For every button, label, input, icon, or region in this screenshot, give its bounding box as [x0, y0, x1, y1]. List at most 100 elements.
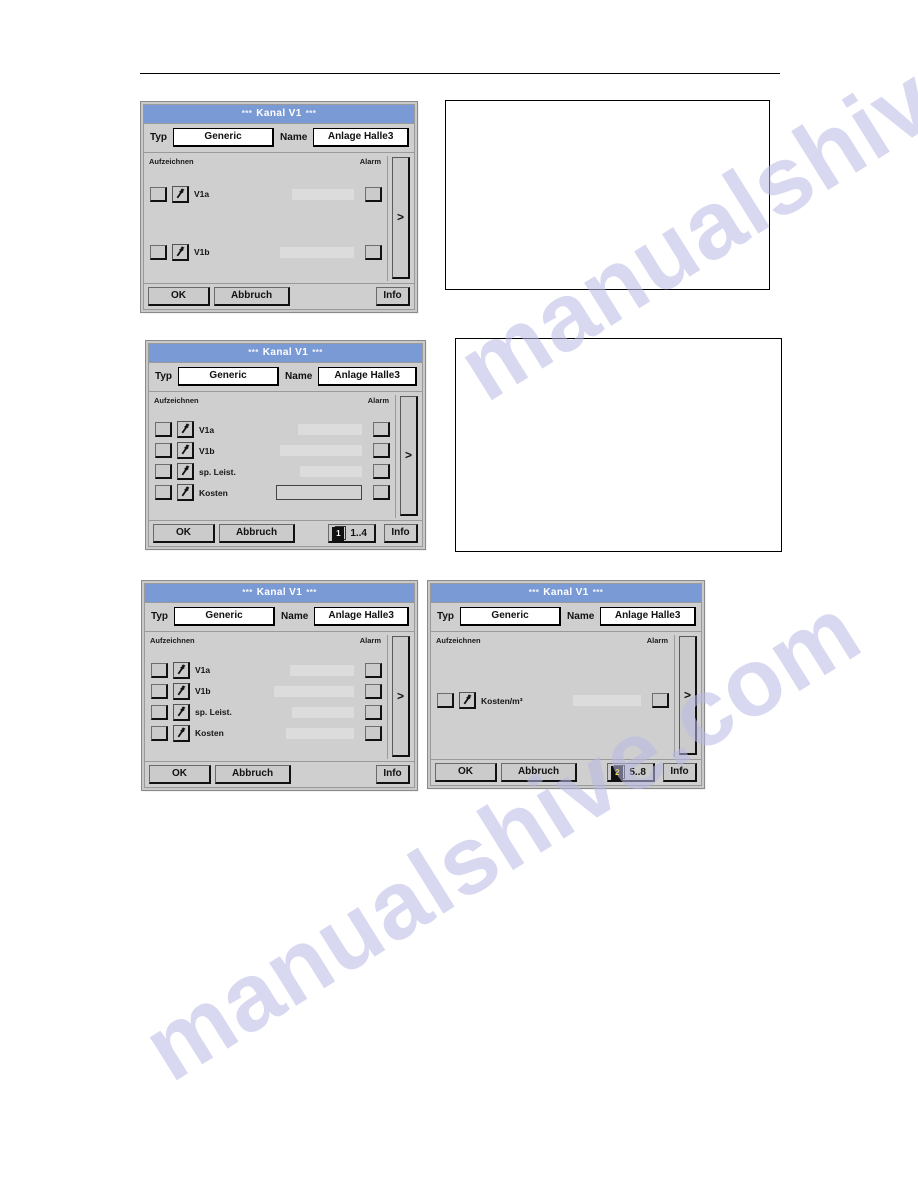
next-page-button[interactable]: >: [392, 635, 410, 757]
dialog-body: Aufzeichnen Alarm V1a: [145, 632, 414, 762]
wrench-icon[interactable]: [173, 682, 190, 700]
alarm-checkbox[interactable]: [373, 485, 390, 501]
info-button[interactable]: Info: [384, 524, 418, 543]
dialog-kanal-v1-four-channels-page1[interactable]: *** Kanal V1 *** Typ Generic Name Anlage H…: [145, 340, 426, 550]
typ-value-button[interactable]: Generic: [178, 367, 280, 386]
value-field[interactable]: [292, 188, 354, 200]
value-field[interactable]: [276, 485, 362, 501]
info-button[interactable]: Info: [663, 763, 697, 782]
dialog-body: Aufzeichnen Alarm V1a: [149, 392, 422, 521]
type-name-row: Typ Generic Name Anlage Halle3: [144, 124, 414, 153]
cancel-button[interactable]: Abbruch: [214, 287, 290, 306]
ok-button[interactable]: OK: [435, 763, 497, 782]
wrench-icon[interactable]: [177, 442, 194, 460]
typ-value-button[interactable]: Generic: [460, 607, 562, 626]
dialog-kanal-v1-two-channels[interactable]: *** Kanal V1 *** Typ Generic Name Anlage H…: [140, 101, 418, 313]
column-captions: Aufzeichnen Alarm: [435, 635, 671, 645]
channel-label: Kosten/m³: [481, 695, 523, 706]
table-row[interactable]: V1b: [153, 440, 392, 461]
record-checkbox[interactable]: [151, 725, 168, 741]
value-field[interactable]: [300, 466, 362, 478]
ok-button[interactable]: OK: [149, 765, 211, 784]
table-row[interactable]: V1a: [149, 660, 384, 681]
name-value-field[interactable]: Anlage Halle3: [318, 367, 417, 386]
value-field[interactable]: [280, 445, 362, 457]
wrench-icon[interactable]: [177, 484, 194, 502]
alarm-checkbox[interactable]: [365, 186, 382, 202]
alarm-checkbox[interactable]: [373, 464, 390, 480]
table-row[interactable]: V1b: [149, 681, 384, 702]
typ-label: Typ: [150, 131, 168, 143]
record-checkbox[interactable]: [150, 186, 167, 202]
cancel-button[interactable]: Abbruch: [215, 765, 291, 784]
record-checkbox[interactable]: [150, 244, 167, 260]
next-page-button[interactable]: >: [392, 156, 410, 279]
name-value-field[interactable]: Anlage Halle3: [314, 607, 409, 626]
table-row[interactable]: Kosten: [153, 482, 392, 503]
value-field[interactable]: [286, 727, 354, 739]
table-row[interactable]: sp. Leist.: [149, 702, 384, 723]
dialog-footer: OK Abbruch Info: [144, 283, 414, 309]
wrench-icon[interactable]: [172, 185, 189, 203]
value-field[interactable]: [298, 424, 362, 436]
typ-value-button[interactable]: Generic: [173, 128, 275, 147]
wrench-icon[interactable]: [459, 692, 476, 710]
column-captions: Aufzeichnen Alarm: [153, 395, 392, 405]
record-checkbox[interactable]: [437, 693, 454, 709]
channel-rows: Kosten/m³: [435, 645, 671, 758]
record-checkbox[interactable]: [151, 662, 168, 678]
typ-value-button[interactable]: Generic: [174, 607, 276, 626]
record-checkbox[interactable]: [151, 683, 168, 699]
channel-label: Kosten: [199, 487, 228, 498]
alarm-checkbox[interactable]: [365, 725, 382, 741]
alarm-checkbox[interactable]: [652, 693, 669, 709]
page-range: 5..8: [629, 766, 646, 778]
name-label: Name: [285, 370, 313, 382]
record-checkbox[interactable]: [151, 704, 168, 720]
cancel-button[interactable]: Abbruch: [501, 763, 577, 782]
cancel-button[interactable]: Abbruch: [219, 524, 295, 543]
typ-label: Typ: [437, 610, 455, 622]
next-page-button[interactable]: >: [400, 395, 418, 516]
info-button[interactable]: Info: [376, 287, 410, 306]
value-field[interactable]: [274, 685, 354, 697]
ok-button[interactable]: OK: [153, 524, 215, 543]
alarm-checkbox[interactable]: [373, 422, 390, 438]
alarm-checkbox[interactable]: [365, 662, 382, 678]
info-button[interactable]: Info: [376, 765, 410, 784]
value-field[interactable]: [280, 246, 354, 258]
wrench-icon[interactable]: [172, 243, 189, 261]
wrench-icon[interactable]: [177, 463, 194, 481]
ok-button[interactable]: OK: [148, 287, 210, 306]
record-checkbox[interactable]: [155, 464, 172, 480]
table-row[interactable]: V1a: [148, 184, 384, 205]
value-field[interactable]: [290, 664, 354, 676]
table-row[interactable]: V1b: [148, 242, 384, 263]
page-number: 2: [611, 766, 624, 780]
table-row[interactable]: sp. Leist.: [153, 461, 392, 482]
record-checkbox[interactable]: [155, 422, 172, 438]
dialog-kanal-v1-cost-per-m3-page2[interactable]: *** Kanal V1 *** Typ Generic Name Anlage H…: [427, 580, 705, 789]
wrench-icon[interactable]: [173, 703, 190, 721]
type-name-row: Typ Generic Name Anlage Halle3: [149, 363, 422, 392]
name-value-field[interactable]: Anlage Halle3: [313, 128, 409, 147]
alarm-checkbox[interactable]: [365, 704, 382, 720]
page-indicator[interactable]: 2 5..8: [607, 763, 655, 782]
wrench-icon[interactable]: [173, 661, 190, 679]
alarm-checkbox[interactable]: [365, 683, 382, 699]
next-page-button[interactable]: >: [679, 635, 697, 755]
dialog-kanal-v1-four-channels[interactable]: *** Kanal V1 *** Typ Generic Name Anlage H…: [141, 580, 418, 791]
table-row[interactable]: Kosten: [149, 723, 384, 744]
name-value-field[interactable]: Anlage Halle3: [600, 607, 696, 626]
value-field[interactable]: [573, 695, 641, 707]
record-checkbox[interactable]: [155, 443, 172, 459]
wrench-icon[interactable]: [173, 724, 190, 742]
alarm-checkbox[interactable]: [365, 244, 382, 260]
table-row[interactable]: Kosten/m³: [435, 690, 671, 711]
alarm-checkbox[interactable]: [373, 443, 390, 459]
wrench-icon[interactable]: [177, 421, 194, 439]
record-checkbox[interactable]: [155, 485, 172, 501]
table-row[interactable]: V1a: [153, 419, 392, 440]
page-indicator[interactable]: 1 1..4: [328, 524, 376, 543]
value-field[interactable]: [292, 706, 354, 718]
